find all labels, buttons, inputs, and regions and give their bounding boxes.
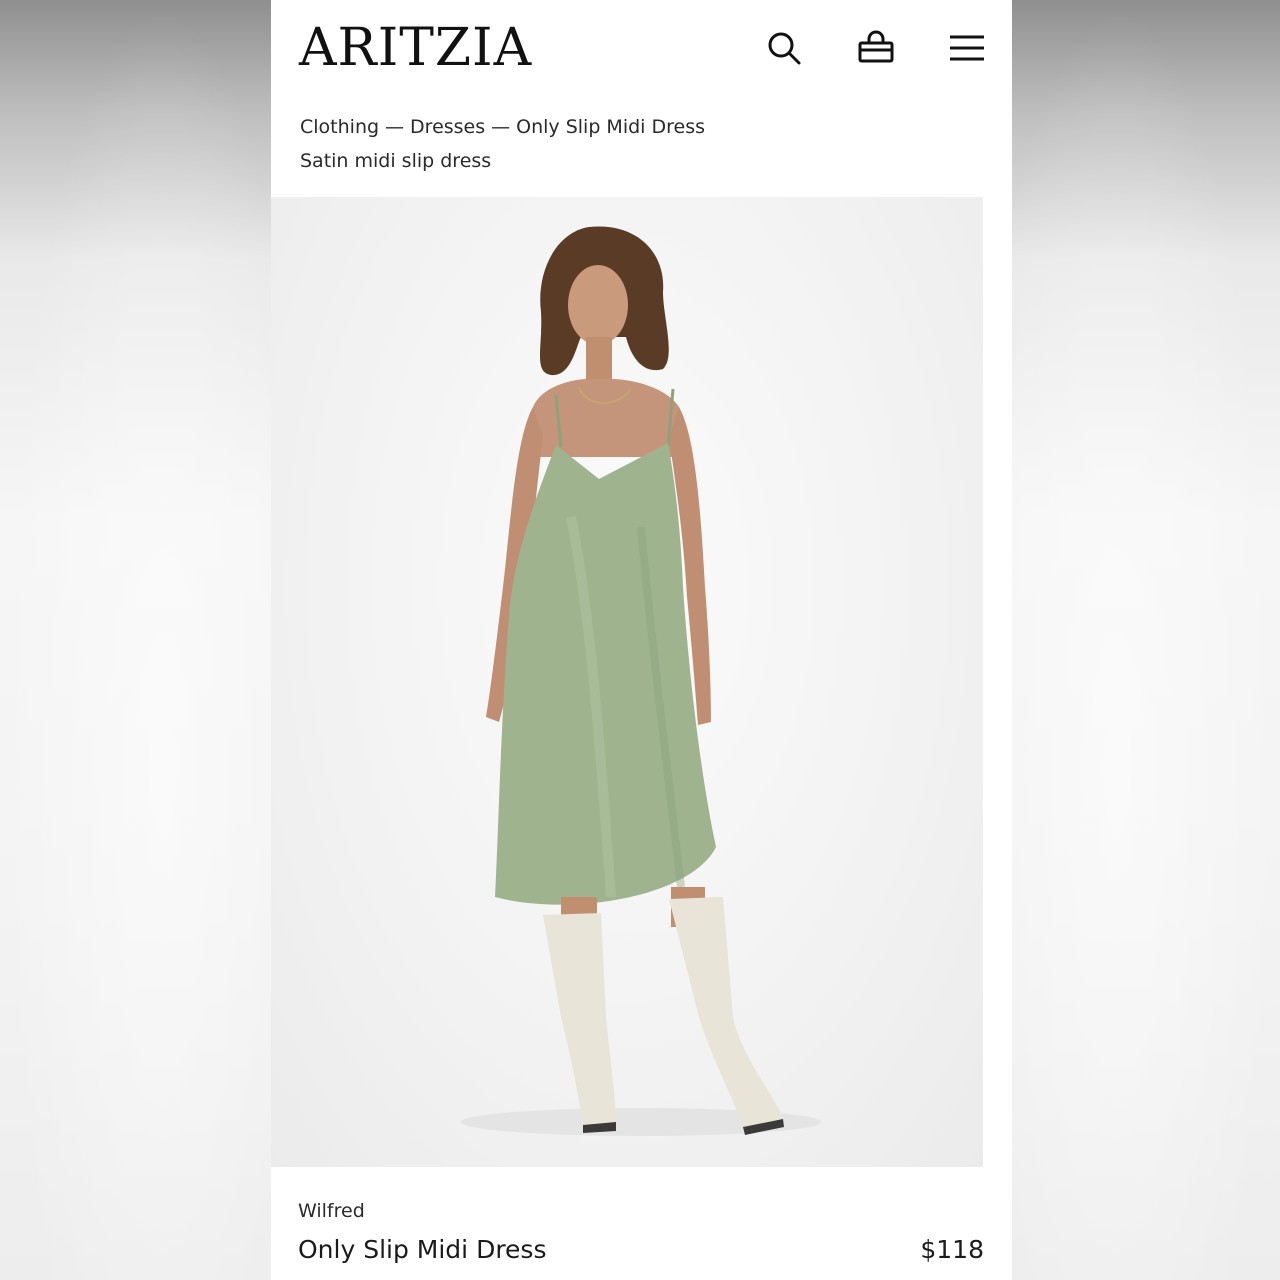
search-icon [768,32,801,65]
product-brand[interactable]: Wilfred [298,1198,365,1224]
shopping-bag-icon [858,30,894,63]
menu-icon [950,35,984,61]
product-price: $118 [920,1235,984,1264]
breadcrumb-separator: — [491,116,511,138]
brand-logo[interactable]: ARITZIA [299,16,532,80]
breadcrumb: Clothing — Dresses — Only Slip Midi Dress [300,112,705,142]
background-blur-right [1009,0,1280,1280]
product-subtitle: Satin midi slip dress [300,150,492,172]
search-button[interactable] [760,24,808,72]
site-header: ARITZIA [271,0,1012,100]
breadcrumb-item-dresses[interactable]: Dresses [410,116,485,138]
breadcrumb-item-clothing[interactable]: Clothing [300,116,379,138]
product-image[interactable] [271,197,983,1167]
shopping-bag-button[interactable] [852,24,900,72]
product-name: Only Slip Midi Dress [298,1235,547,1264]
product-page: ARITZIA Clothing — Dresses — Only Slip Midi … [271,0,1012,1280]
breadcrumb-separator: — [385,116,405,138]
background-blur-left [0,0,271,1280]
breadcrumb-item-current: Only Slip Midi Dress [516,116,705,138]
menu-button[interactable] [943,24,991,72]
model-illustration [461,226,821,1136]
